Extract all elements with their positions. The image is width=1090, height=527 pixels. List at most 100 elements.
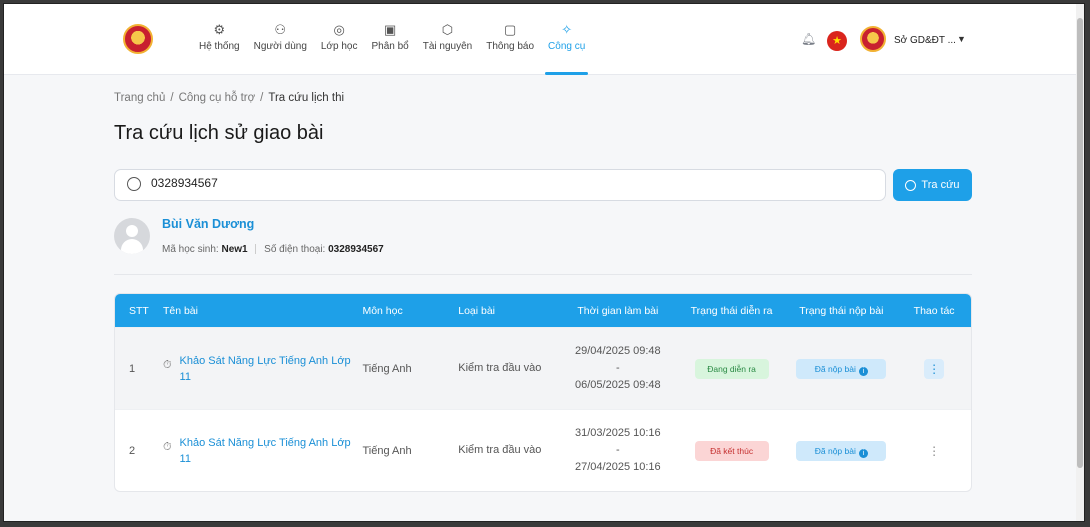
avatar[interactable] [860, 26, 886, 52]
nav-item-tai-nguyen[interactable]: ⬡ Tài nguyên [416, 22, 479, 75]
lesson-cell: ⏱ Khảo Sát Năng Lực Tiếng Anh Lớp 11 [159, 353, 359, 385]
app-window: ⚙ Hệ thống ⚇ Người dùng ◎ Lớp học ▣ Phân… [3, 3, 1085, 522]
table-row: 1 ⏱ Khảo Sát Năng Lực Tiếng Anh Lớp 11 T… [115, 327, 971, 409]
scrollbar[interactable] [1076, 4, 1084, 521]
logo[interactable] [123, 24, 153, 54]
notification-icon: ▢ [503, 22, 517, 37]
row-type: Kiểm tra đầu vào [458, 444, 542, 456]
table-row: 2 ⏱ Khảo Sát Năng Lực Tiếng Anh Lớp 11 T… [115, 409, 971, 491]
row-time: 29/04/2025 09:48 - 06/05/2025 09:48 [558, 343, 678, 394]
status-cell: Đã kết thúc [678, 440, 786, 461]
actions-cell: ⋮ [897, 441, 971, 461]
submit-status-badge[interactable]: Đã nộp bài i [796, 440, 887, 461]
info-icon[interactable]: i [858, 366, 868, 376]
table-header: STT Tên bài Môn học Loại bài Thời gian l… [115, 294, 971, 327]
nav-item-cong-cu[interactable]: ✧ Công cụ [541, 22, 592, 75]
time-separator: - [616, 444, 620, 456]
nav-item-nguoi-dung[interactable]: ⚇ Người dùng [247, 22, 314, 75]
magic-wand-icon: ✧ [561, 22, 573, 37]
page-title: Tra cứu lịch sử giao bài [114, 122, 324, 144]
row-stt: 1 [129, 362, 136, 375]
student-phone-value: 0328934567 [328, 244, 384, 255]
time-start: 29/04/2025 09:48 [575, 345, 661, 357]
nav-item-he-thong[interactable]: ⚙ Hệ thống [192, 22, 247, 75]
breadcrumb-separator: / [170, 92, 174, 104]
lesson-name-link[interactable]: Khảo Sát Năng Lực Tiếng Anh Lớp 11 [180, 353, 355, 385]
row-stt: 2 [129, 444, 136, 457]
nav-label: Phân bổ [371, 41, 409, 52]
nav-label: Thông báo [486, 41, 535, 52]
nav-label: Tài nguyên [422, 41, 473, 52]
breadcrumb-current: Tra cứu lịch thi [268, 92, 345, 104]
nav-item-lop-hoc[interactable]: ◎ Lớp học [314, 22, 365, 75]
breadcrumb-home[interactable]: Trang chủ [114, 92, 165, 104]
allocation-icon: ▣ [383, 22, 397, 37]
search-box [114, 169, 886, 201]
nav-item-thong-bao[interactable]: ▢ Thông báo [479, 22, 541, 75]
column-header-subject: Môn học [362, 304, 403, 317]
actions-cell: ⋮ [897, 358, 971, 379]
column-header-type: Loại bài [458, 304, 496, 317]
bell-icon[interactable]: 🔔︎ [801, 32, 816, 46]
student-avatar [114, 218, 150, 254]
main-nav: ⚙ Hệ thống ⚇ Người dùng ◎ Lớp học ▣ Phân… [192, 22, 592, 75]
student-phone-label: Số điện thoại: [264, 244, 326, 255]
submit-status-label: Đã nộp bài [814, 445, 856, 456]
time-end: 27/04/2025 10:16 [575, 461, 661, 473]
status-badge: Đã kết thúc [694, 440, 769, 461]
submit-status-badge[interactable]: Đã nộp bài i [796, 358, 887, 379]
time-end: 06/05/2025 09:48 [575, 379, 661, 391]
breadcrumb: Trang chủ / Công cụ hỗ trợ / Tra cứu lịc… [114, 92, 344, 104]
search-icon [127, 177, 141, 191]
more-actions-button[interactable]: ⋮ [924, 358, 945, 379]
column-header-actions: Thao tác [913, 304, 955, 317]
lesson-cell: ⏱ Khảo Sát Năng Lực Tiếng Anh Lớp 11 [159, 435, 359, 467]
column-header-time: Thời gian làm bài [577, 304, 659, 317]
scrollbar-thumb[interactable] [1077, 18, 1083, 468]
search-icon [905, 179, 917, 191]
nav-item-phan-bo[interactable]: ▣ Phân bổ [364, 22, 415, 75]
breadcrumb-separator: / [260, 92, 264, 104]
chevron-down-icon[interactable]: ▼ [957, 34, 966, 44]
vietnam-flag-icon[interactable]: ★ [827, 31, 847, 51]
users-icon: ⚇ [274, 22, 287, 37]
user-name[interactable]: Sở GD&ĐT ... [894, 35, 956, 46]
column-header-status: Trạng thái diễn ra [690, 304, 773, 317]
submit-status-label: Đã nộp bài [814, 363, 856, 374]
graduation-cap-icon: ◎ [333, 22, 345, 37]
lesson-name-link[interactable]: Khảo Sát Năng Lực Tiếng Anh Lớp 11 [180, 435, 355, 467]
time-separator: - [616, 362, 620, 374]
submit-cell: Đã nộp bài i [785, 358, 897, 379]
nav-label: Lớp học [320, 41, 358, 52]
student-id-label: Mã học sinh: [162, 244, 219, 255]
info-icon[interactable]: i [858, 448, 868, 458]
gear-icon: ⚙ [213, 22, 226, 37]
search-button-label: Tra cứu [921, 179, 960, 191]
breadcrumb-tools[interactable]: Công cụ hỗ trợ [179, 92, 256, 104]
status-badge: Đang diễn ra [694, 358, 769, 379]
assignment-history-table: STT Tên bài Môn học Loại bài Thời gian l… [114, 293, 972, 492]
nav-label: Người dùng [253, 41, 307, 52]
status-cell: Đang diễn ra [678, 358, 786, 379]
row-time: 31/03/2025 10:16 - 27/04/2025 10:16 [558, 425, 678, 476]
more-actions-button[interactable]: ⋮ [924, 441, 944, 461]
divider [255, 244, 257, 255]
row-subject: Tiếng Anh [362, 362, 412, 375]
nav-label: Công cụ [548, 41, 586, 52]
column-header-stt: STT [129, 304, 149, 317]
divider [114, 274, 972, 275]
row-type: Kiểm tra đầu vào [458, 362, 542, 374]
clock-icon: ⏱ [162, 440, 172, 453]
student-meta: Mã học sinh: New1 Số điện thoại: 0328934… [162, 244, 384, 255]
submit-cell: Đã nộp bài i [785, 440, 897, 461]
student-name[interactable]: Bùi Văn Dương [162, 217, 254, 231]
time-start: 31/03/2025 10:16 [575, 427, 661, 439]
search-input[interactable] [151, 176, 851, 190]
box-icon: ⬡ [441, 22, 454, 37]
clock-icon: ⏱ [162, 358, 172, 371]
search-button[interactable]: Tra cứu [893, 169, 972, 201]
student-id-value: New1 [221, 244, 248, 255]
column-header-submit: Trạng thái nộp bài [799, 304, 884, 317]
nav-label: Hệ thống [199, 41, 240, 52]
column-header-name: Tên bài [162, 304, 198, 317]
